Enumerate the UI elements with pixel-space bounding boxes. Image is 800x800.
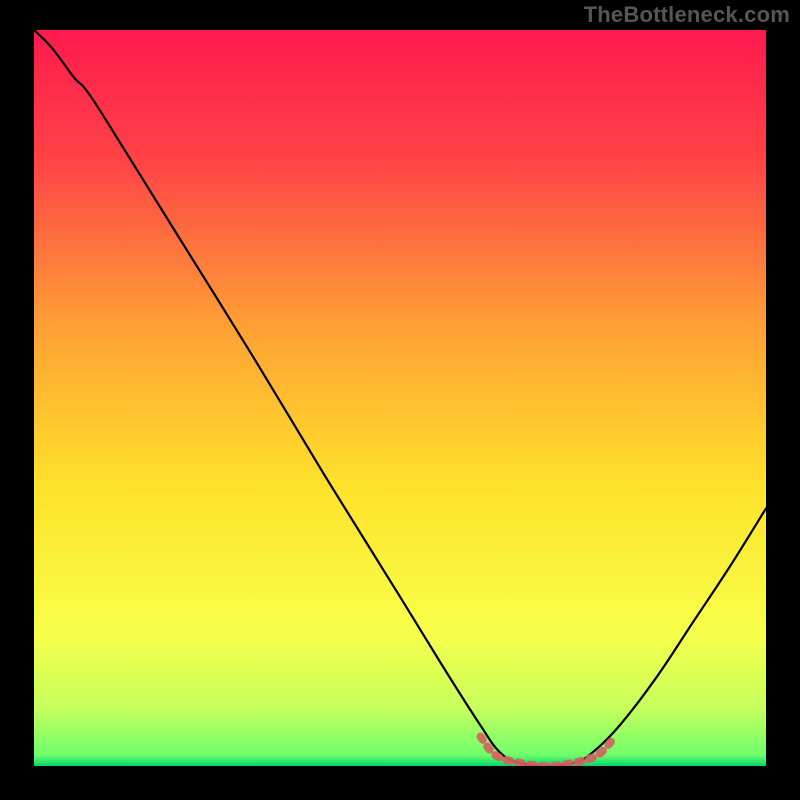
gradient-background — [34, 30, 766, 766]
chart-container: TheBottleneck.com — [0, 0, 800, 800]
plot-area — [34, 30, 766, 766]
bottleneck-chart — [34, 30, 766, 766]
watermark-text: TheBottleneck.com — [584, 2, 790, 28]
